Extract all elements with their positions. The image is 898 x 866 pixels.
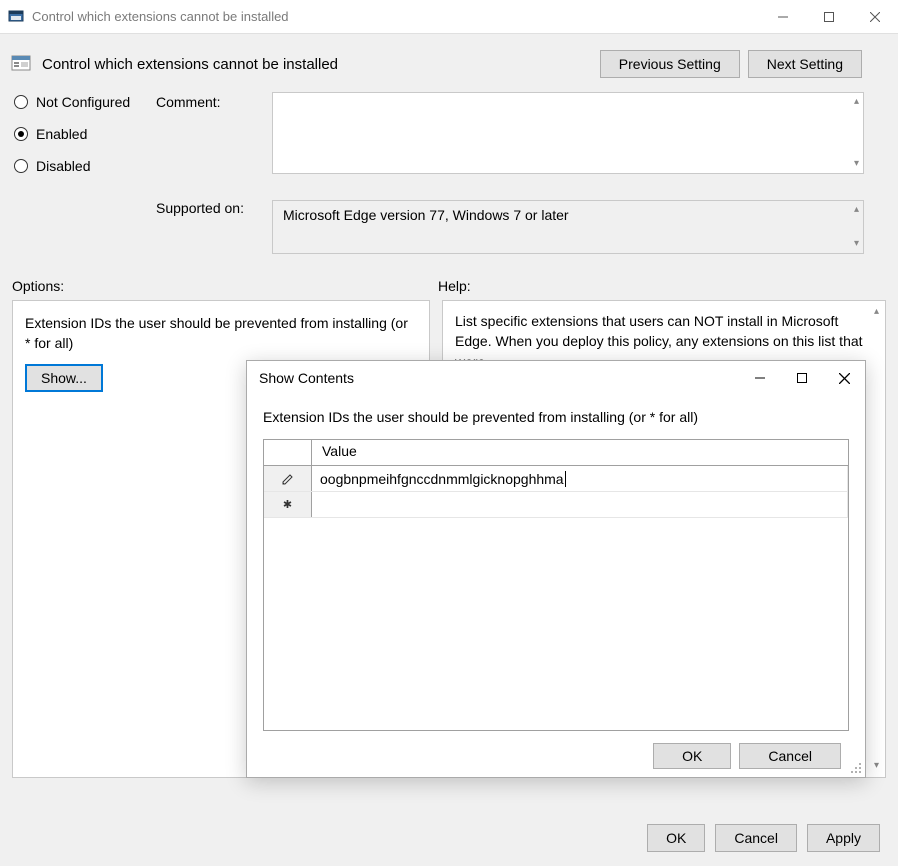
scroll-up-icon[interactable]: ▴	[874, 307, 879, 317]
radio-disabled[interactable]: Disabled	[14, 158, 156, 174]
cancel-button[interactable]: Cancel	[715, 824, 797, 852]
grid-row[interactable]: ✱	[264, 492, 848, 518]
policy-app-icon	[8, 9, 24, 25]
dialog-minimize-button[interactable]	[739, 361, 781, 395]
resize-grip[interactable]	[849, 761, 863, 775]
minimize-button[interactable]	[760, 0, 806, 33]
radio-enabled[interactable]: Enabled	[14, 126, 156, 142]
value-header: Value	[312, 440, 848, 465]
state-radios: Not Configured Enabled Disabled	[14, 92, 156, 190]
option-item-label: Extension IDs the user should be prevent…	[25, 313, 417, 354]
show-contents-dialog: Show Contents Extension IDs the user sho…	[246, 360, 866, 778]
show-button[interactable]: Show...	[25, 364, 103, 392]
radio-icon	[14, 127, 28, 141]
comment-label: Comment:	[156, 92, 272, 110]
comment-field-col: ▴ ▾	[272, 92, 886, 174]
footer-buttons: OK Cancel Apply	[647, 824, 880, 852]
dialog-ok-button[interactable]: OK	[653, 743, 731, 769]
subheader: Control which extensions cannot be insta…	[0, 34, 898, 86]
dialog-title: Show Contents	[259, 370, 739, 386]
comment-textarea[interactable]: ▴ ▾	[272, 92, 864, 174]
scroll-down-icon[interactable]: ▾	[854, 239, 859, 249]
grid-filler	[264, 518, 848, 730]
nav-buttons: Previous Setting Next Setting	[600, 50, 862, 78]
indicator-header	[264, 440, 312, 465]
previous-setting-button[interactable]: Previous Setting	[600, 50, 740, 78]
value-cell[interactable]: oogbnpmeihfgnccdnmmlgicknopghhma	[312, 466, 848, 491]
radio-label: Disabled	[36, 158, 90, 174]
value-text: oogbnpmeihfgnccdnmmlgicknopghhma	[320, 471, 564, 487]
radio-not-configured[interactable]: Not Configured	[14, 94, 156, 110]
window-controls	[760, 0, 898, 33]
dialog-close-button[interactable]	[823, 361, 865, 395]
apply-button[interactable]: Apply	[807, 824, 880, 852]
titlebar: Control which extensions cannot be insta…	[0, 0, 898, 34]
supported-value: Microsoft Edge version 77, Windows 7 or …	[283, 207, 569, 223]
radio-label: Enabled	[36, 126, 87, 142]
value-grid[interactable]: Value oogbnpmeihfgnccdnmmlgicknopghhma ✱	[263, 439, 849, 731]
policy-title: Control which extensions cannot be insta…	[42, 56, 600, 73]
value-cell[interactable]	[312, 492, 848, 517]
grid-header: Value	[264, 440, 848, 466]
dialog-cancel-button[interactable]: Cancel	[739, 743, 841, 769]
window-title: Control which extensions cannot be insta…	[32, 9, 760, 24]
panels-header: Options: Help:	[0, 254, 898, 300]
close-button[interactable]	[852, 0, 898, 33]
help-heading: Help:	[438, 278, 471, 294]
radio-icon	[14, 95, 28, 109]
dialog-body: Extension IDs the user should be prevent…	[247, 395, 865, 777]
supported-label: Supported on:	[156, 200, 272, 216]
state-row: Not Configured Enabled Disabled Comment:…	[0, 86, 898, 190]
radio-icon	[14, 159, 28, 173]
text-caret	[565, 471, 566, 487]
dialog-controls	[739, 361, 865, 395]
radio-label: Not Configured	[36, 94, 130, 110]
ok-button[interactable]: OK	[647, 824, 705, 852]
options-heading: Options:	[12, 278, 438, 294]
new-row-icon: ✱	[264, 492, 312, 517]
grid-row[interactable]: oogbnpmeihfgnccdnmmlgicknopghhma	[264, 466, 848, 492]
dialog-label: Extension IDs the user should be prevent…	[263, 409, 849, 425]
edit-row-icon	[264, 466, 312, 491]
scroll-up-icon[interactable]: ▴	[854, 97, 859, 107]
scroll-down-icon[interactable]: ▾	[874, 761, 879, 771]
scroll-up-icon[interactable]: ▴	[854, 205, 859, 215]
supported-box: Microsoft Edge version 77, Windows 7 or …	[272, 200, 864, 254]
next-setting-button[interactable]: Next Setting	[748, 50, 862, 78]
dialog-maximize-button[interactable]	[781, 361, 823, 395]
maximize-button[interactable]	[806, 0, 852, 33]
scroll-down-icon[interactable]: ▾	[854, 159, 859, 169]
dialog-buttons: OK Cancel	[263, 731, 849, 777]
policy-icon	[10, 53, 32, 75]
dialog-titlebar: Show Contents	[247, 361, 865, 395]
supported-row: Supported on: Microsoft Edge version 77,…	[0, 190, 898, 254]
